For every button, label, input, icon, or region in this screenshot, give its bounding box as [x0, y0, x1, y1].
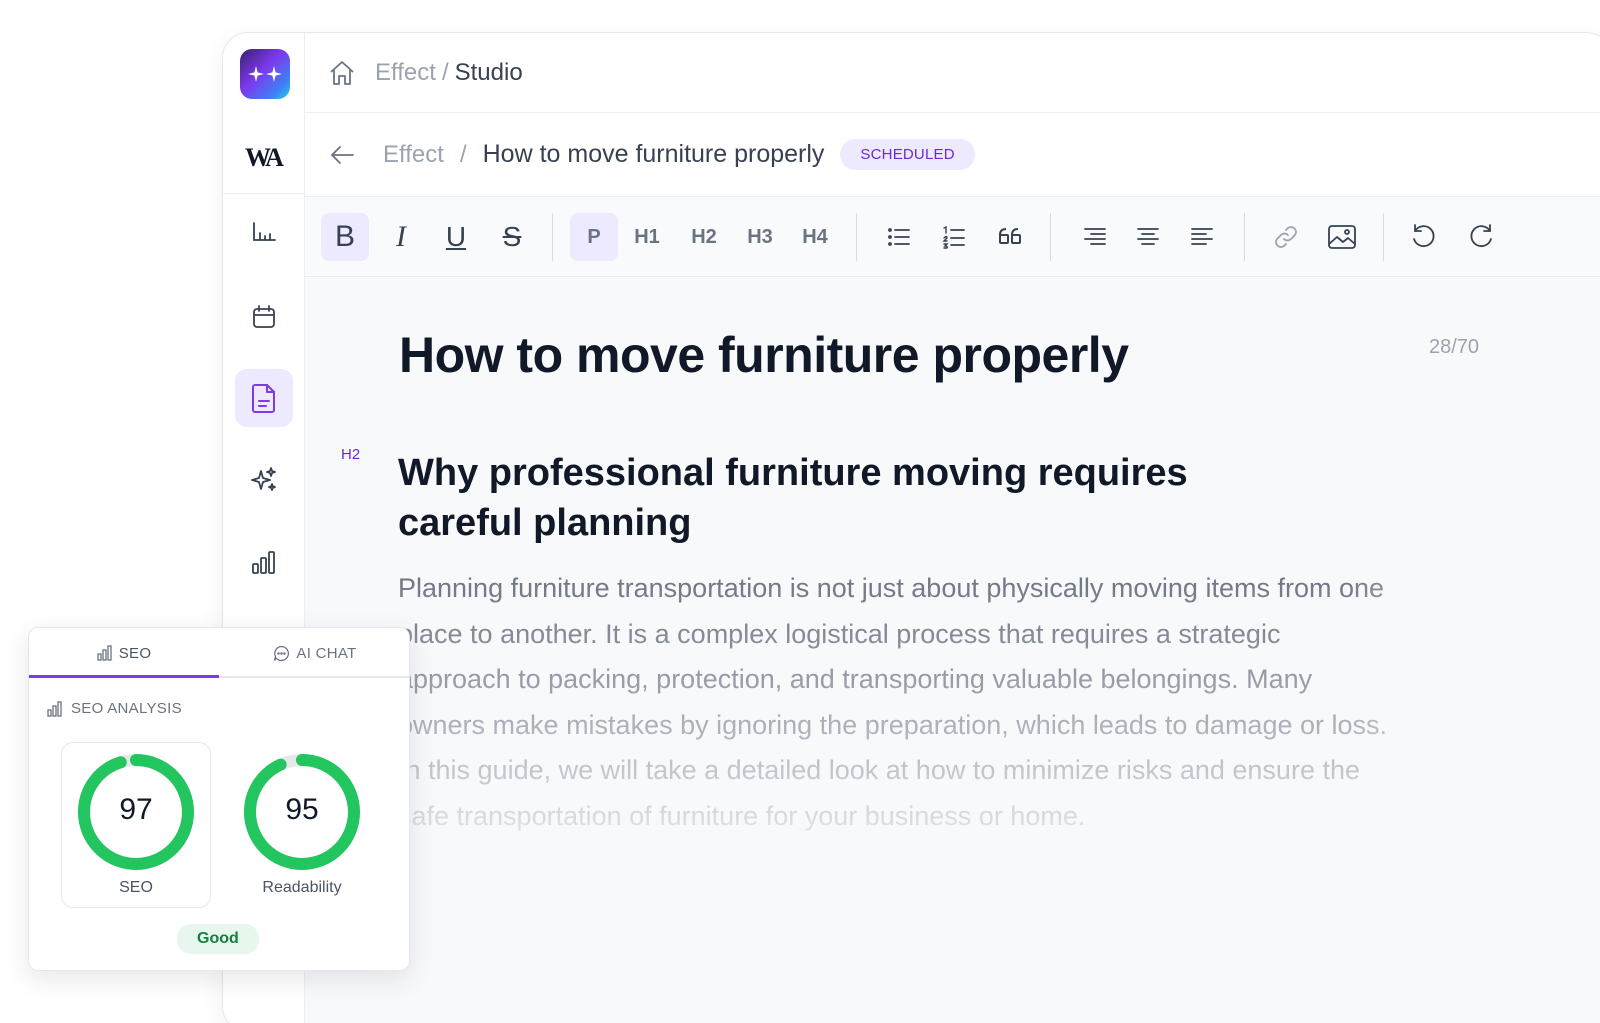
bullet-list-icon — [888, 228, 910, 246]
seo-analysis-heading: SEO ANALYSIS — [47, 700, 182, 717]
readability-score-value: 95 — [285, 793, 319, 826]
toolbar-divider — [1244, 213, 1245, 261]
sidebar-item-dashboard[interactable] — [235, 203, 293, 261]
sparkles-icon — [251, 467, 276, 491]
app-logo[interactable] — [240, 49, 290, 99]
heading-level-tag: H2 — [341, 446, 361, 463]
paragraph-button[interactable]: P — [570, 213, 618, 261]
sidebar-divider — [223, 193, 305, 194]
score-verdict-badge: Good — [177, 924, 259, 954]
seo-analysis-title: SEO ANALYSIS — [71, 700, 182, 717]
editor-window: WA Effect / Studio Effect / How to move … — [222, 32, 1600, 1023]
h3-button[interactable]: H3 — [736, 213, 784, 261]
align-right-icon — [1084, 228, 1106, 245]
sub-breadcrumb-separator: / — [459, 140, 467, 168]
chart-axis-icon — [253, 222, 276, 241]
back-arrow-icon[interactable] — [327, 140, 357, 170]
align-right-button[interactable] — [1071, 213, 1119, 261]
italic-button[interactable]: I — [377, 213, 425, 261]
breadcrumb-parent[interactable]: Effect — [375, 59, 436, 86]
title-character-counter: 28/70 — [1429, 336, 1480, 358]
calendar-icon — [253, 305, 275, 328]
toolbar-divider — [552, 213, 553, 261]
numbered-list-button[interactable] — [930, 213, 978, 261]
chat-bubble-icon — [274, 645, 290, 661]
panel-tabs: SEO AI CHAT — [29, 628, 409, 678]
status-badge: SCHEDULED — [840, 139, 975, 170]
bar-chart-icon — [97, 645, 112, 661]
undo-icon — [1413, 224, 1435, 248]
bar-chart-icon — [47, 700, 62, 717]
tab-seo[interactable]: SEO — [29, 628, 219, 678]
tab-seo-label: SEO — [118, 644, 152, 662]
formatting-toolbar: B I U S P H1 H2 H3 H4 — [305, 197, 1600, 277]
link-button[interactable] — [1262, 213, 1310, 261]
image-icon — [1328, 225, 1356, 249]
breadcrumb-current: Studio — [454, 58, 523, 86]
document-header: Effect / How to move furniture properly … — [305, 113, 1600, 197]
tab-ai-chat[interactable]: AI CHAT — [219, 628, 411, 678]
align-center-icon — [1137, 228, 1159, 245]
h1-button[interactable]: H1 — [623, 213, 671, 261]
section-heading[interactable]: Why professional furniture moving requir… — [398, 448, 1298, 548]
bar-chart-icon — [252, 551, 275, 574]
content-fade-overlay — [1345, 558, 1600, 978]
link-icon — [1275, 226, 1297, 248]
toolbar-divider — [1050, 213, 1051, 261]
tab-ai-chat-label: AI CHAT — [296, 644, 357, 662]
numbered-list-icon — [942, 225, 965, 249]
toolbar-divider — [1383, 213, 1384, 261]
align-left-button[interactable] — [1178, 213, 1226, 261]
body-paragraph[interactable]: Planning furniture transportation is not… — [398, 566, 1398, 839]
image-button[interactable] — [1318, 213, 1366, 261]
align-left-icon — [1191, 228, 1213, 245]
h2-button[interactable]: H2 — [680, 213, 728, 261]
top-bar: Effect / Studio — [305, 33, 1600, 113]
undo-button[interactable] — [1400, 213, 1448, 261]
quote-icon — [999, 228, 1021, 244]
strikethrough-button[interactable]: S — [488, 213, 536, 261]
editor-canvas[interactable]: How to move furniture properly 28/70 H2 … — [305, 278, 1600, 1023]
breadcrumb: Effect / Studio — [375, 59, 523, 87]
document-icon — [252, 384, 275, 413]
sparkle-logo-icon — [248, 66, 282, 82]
document-name: How to move furniture properly — [482, 140, 825, 168]
readability-score-label: Readability — [262, 879, 342, 896]
seo-score-value: 97 — [119, 793, 153, 826]
redo-button[interactable] — [1457, 213, 1505, 261]
sidebar-item-ai[interactable] — [235, 451, 293, 509]
brand-monogram[interactable]: WA — [245, 143, 284, 173]
sidebar-item-documents[interactable] — [235, 369, 293, 427]
redo-icon — [1470, 224, 1492, 248]
bold-button[interactable]: B — [321, 213, 369, 261]
underline-button[interactable]: U — [432, 213, 480, 261]
seo-panel: SEO AI CHAT SEO ANALYSIS 97 SEO 95 Reada… — [28, 627, 410, 971]
quote-button[interactable] — [986, 213, 1034, 261]
active-tab-indicator — [29, 675, 219, 678]
align-center-button[interactable] — [1124, 213, 1172, 261]
sidebar-item-calendar[interactable] — [235, 288, 293, 346]
document-title[interactable]: How to move furniture properly — [399, 326, 1129, 384]
h4-button[interactable]: H4 — [791, 213, 839, 261]
sub-breadcrumb-parent[interactable]: Effect — [383, 141, 444, 169]
toolbar-divider — [856, 213, 857, 261]
home-icon[interactable] — [327, 58, 357, 88]
sidebar-item-analytics[interactable] — [235, 533, 293, 591]
seo-score-label: SEO — [119, 879, 153, 896]
bullet-list-button[interactable] — [875, 213, 923, 261]
breadcrumb-separator: / — [441, 58, 449, 86]
